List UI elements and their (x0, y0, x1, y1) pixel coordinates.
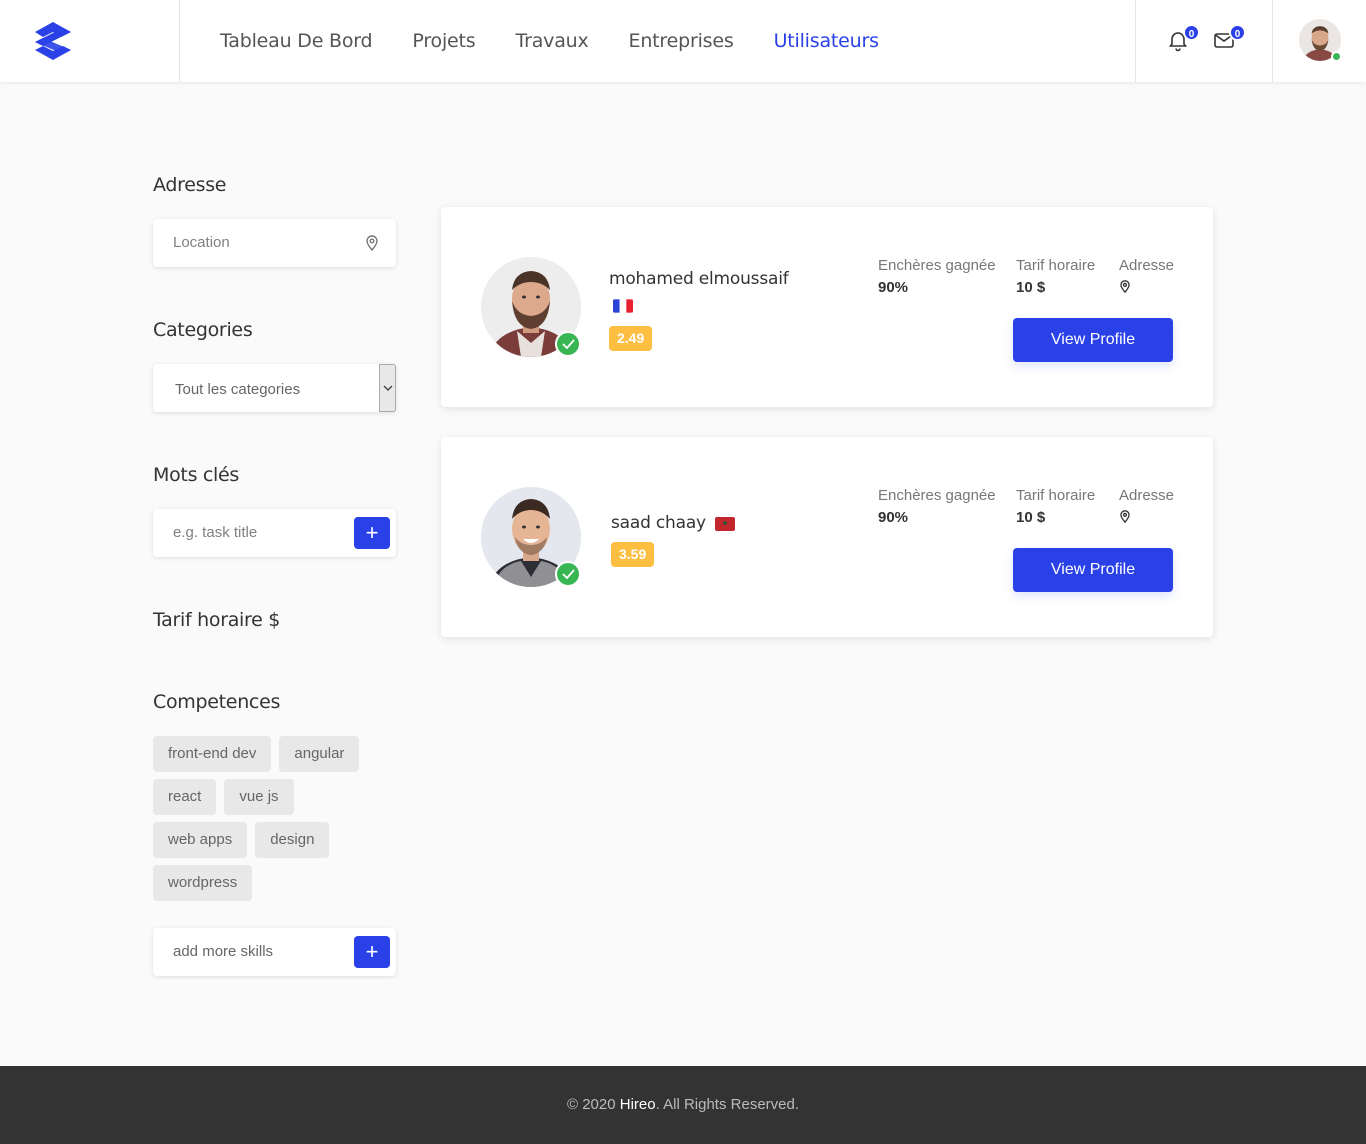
map-pin-icon (1120, 280, 1130, 293)
chevron-down-icon (383, 385, 393, 391)
main-nav: Tableau De Bord Projets Travaux Entrepri… (220, 0, 879, 82)
keywords-input[interactable]: e.g. task title + (153, 509, 396, 557)
nav-users[interactable]: Utilisateurs (774, 30, 879, 52)
check-icon (562, 339, 575, 349)
address-title: Adresse (153, 174, 227, 196)
skill-tag[interactable]: react (153, 779, 217, 815)
keywords-title: Mots clés (153, 464, 240, 486)
copyright-prefix: © 2020 (566, 1096, 620, 1113)
footer-brand-link[interactable]: Hireo (620, 1096, 656, 1113)
freelancer-avatar[interactable] (481, 487, 581, 587)
bids-won-value: 90% (878, 279, 909, 296)
skills-tags: front-end dev angular react vue js web a… (153, 736, 403, 901)
hourly-rate-label: Tarif horaire (1016, 487, 1096, 504)
categories-selected-value: Tout les categories (175, 381, 301, 398)
top-header: Tableau De Bord Projets Travaux Entrepri… (0, 0, 1366, 82)
add-skills-placeholder: add more skills (173, 943, 274, 960)
skills-title: Competences (153, 691, 281, 713)
bids-won-label: Enchères gagnée (878, 257, 996, 274)
copyright-suffix: . All Rights Reserved. (655, 1096, 800, 1113)
footer: © 2020 Hireo. All Rights Reserved. (0, 1066, 1366, 1144)
verified-badge (555, 331, 581, 357)
hourly-rate-title: Tarif horaire $ (153, 609, 281, 631)
categories-title: Categories (153, 319, 253, 341)
map-pin-icon (1120, 510, 1130, 523)
view-profile-button[interactable]: View Profile (1013, 548, 1173, 592)
messages-button[interactable]: 0 (1212, 24, 1246, 54)
verified-badge (555, 561, 581, 587)
bids-won-value: 90% (878, 509, 909, 526)
messages-badge: 0 (1229, 24, 1246, 41)
skill-tag[interactable]: design (255, 822, 330, 858)
online-status-dot (1331, 51, 1342, 62)
add-skills-input[interactable]: add more skills + (153, 928, 396, 976)
add-keyword-button[interactable]: + (354, 517, 390, 549)
view-profile-button[interactable]: View Profile (1013, 318, 1173, 362)
freelancer-card: saad chaay 3.59 Enchères gagnée 90% Tari… (441, 437, 1213, 637)
notifications-button[interactable]: 0 (1166, 24, 1200, 54)
freelancer-name[interactable]: mohamed elmoussaif (609, 269, 789, 289)
bids-won-label: Enchères gagnée (878, 487, 996, 504)
rating-badge: 2.49 (609, 326, 653, 351)
skill-tag[interactable]: front-end dev (153, 736, 272, 772)
map-pin-icon (366, 235, 378, 251)
nav-companies[interactable]: Entreprises (629, 30, 734, 52)
hourly-rate-value: 10 $ (1016, 509, 1046, 526)
select-arrow[interactable] (379, 364, 396, 412)
skill-tag[interactable]: web apps (153, 822, 248, 858)
morocco-flag-icon (715, 517, 735, 531)
logo-container (0, 0, 180, 82)
freelancer-card: mohamed elmoussaif 2.49 Enchères gagnée … (441, 207, 1213, 407)
hireo-logo-icon[interactable] (33, 20, 73, 62)
add-skill-button[interactable]: + (354, 936, 390, 968)
user-avatar[interactable] (1299, 19, 1342, 62)
notifications-badge: 0 (1183, 24, 1200, 41)
france-flag-icon (613, 299, 633, 313)
nav-jobs[interactable]: Travaux (515, 30, 588, 52)
address-label: Adresse (1119, 257, 1175, 274)
nav-projects[interactable]: Projets (412, 30, 475, 52)
rating-badge: 3.59 (611, 542, 655, 567)
header-icons: 0 0 (1135, 0, 1273, 82)
freelancer-name[interactable]: saad chaay (611, 513, 706, 533)
location-input[interactable]: Location (153, 219, 396, 267)
freelancer-avatar[interactable] (481, 257, 581, 357)
hourly-rate-value: 10 $ (1016, 279, 1046, 296)
hourly-rate-label: Tarif horaire (1016, 257, 1096, 274)
nav-dashboard[interactable]: Tableau De Bord (220, 30, 373, 52)
categories-select[interactable]: Tout les categories (153, 364, 396, 412)
keywords-placeholder: e.g. task title (173, 524, 258, 541)
skill-tag[interactable]: wordpress (153, 865, 253, 901)
skill-tag[interactable]: angular (279, 736, 360, 772)
skill-tag[interactable]: vue js (224, 779, 294, 815)
check-icon (562, 569, 575, 579)
location-placeholder: Location (173, 234, 230, 251)
address-label: Adresse (1119, 487, 1175, 504)
